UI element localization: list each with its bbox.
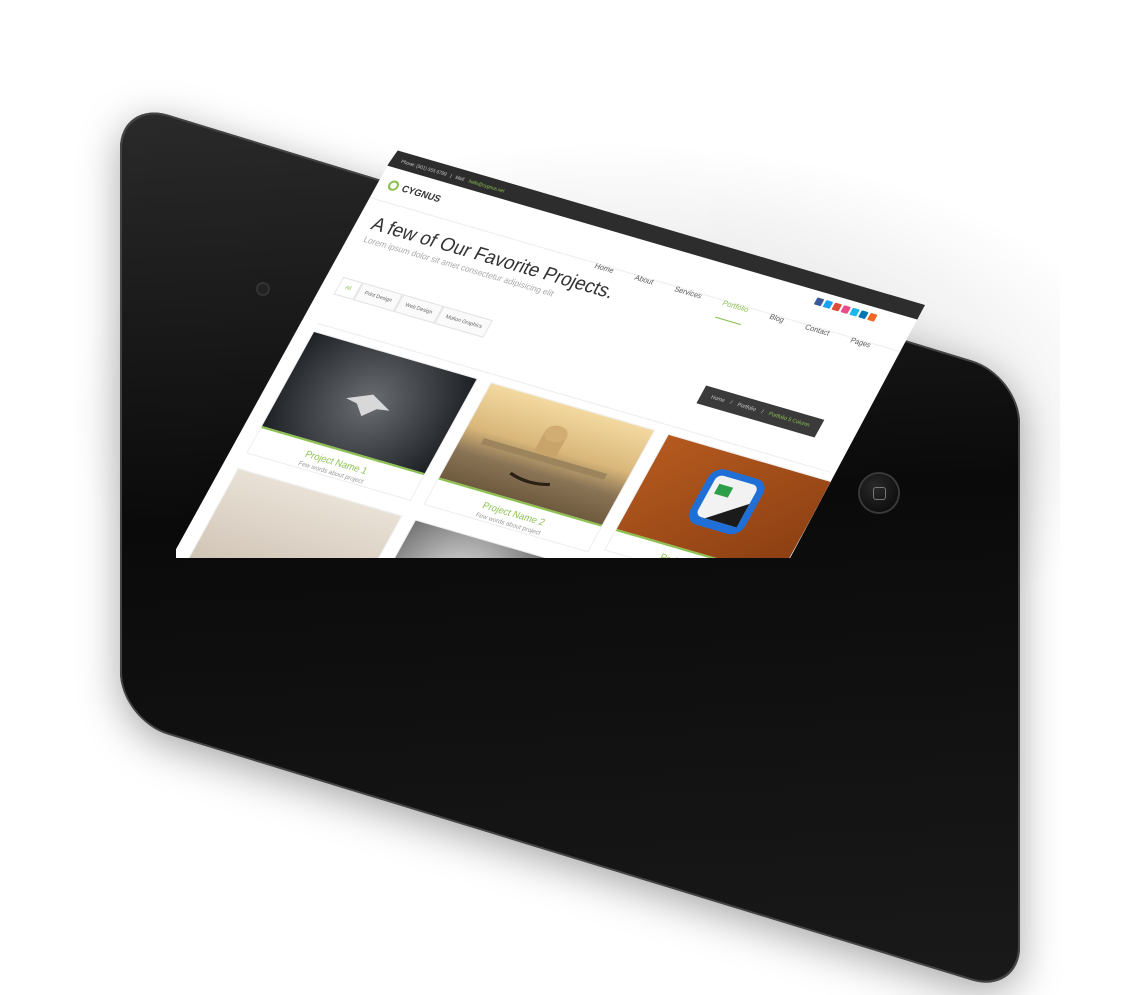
breadcrumb: Home / Portfolio / Portfolio 5 Column [696,385,824,438]
tablet-device: Phone: (501) 555 6789 | Mail: hello@cygn… [0,0,1147,995]
topbar-separator: | [449,172,454,178]
app-icon-image [688,469,765,535]
nav-about[interactable]: About [627,274,655,297]
logo-icon [385,179,402,192]
breadcrumb-portfolio[interactable]: Portfolio [736,402,757,413]
breadcrumb-sep: / [728,399,734,407]
brand-name: CYGNUS [399,183,443,205]
breadcrumb-home[interactable]: Home [709,394,725,404]
nav-pages[interactable]: Pages [843,337,872,360]
project-thumbnail[interactable] [615,434,832,558]
home-square-icon [872,486,886,500]
nav-blog[interactable]: Blog [762,314,786,336]
portfolio-filters: All Print Design Web Design Motion Graph… [333,276,494,339]
breadcrumb-sep: / [759,408,765,416]
camera-icon [258,284,268,294]
filter-motion-graphics[interactable]: Motion Graphics [433,305,494,339]
site-logo[interactable]: CYGNUS [385,179,443,205]
mail-label: Mail: [454,174,467,182]
breadcrumb-current: Portfolio 5 Column [767,411,811,429]
home-button[interactable] [860,474,898,512]
